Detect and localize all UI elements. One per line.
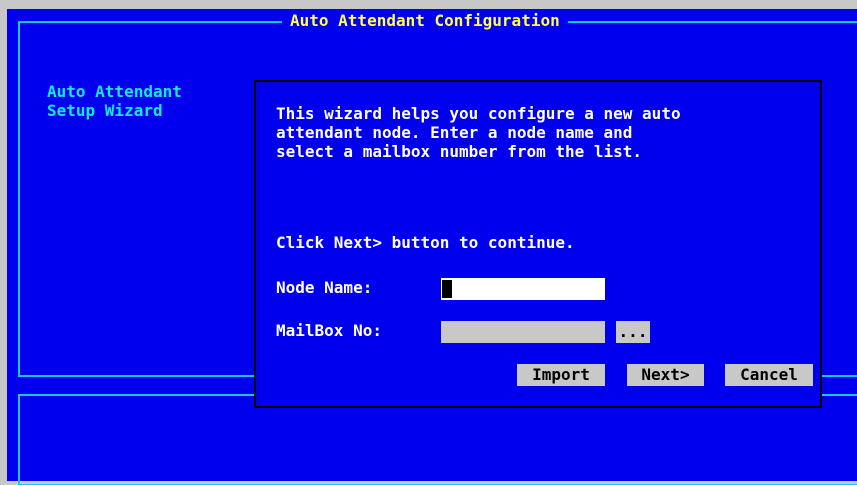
left-window-edge bbox=[0, 0, 7, 485]
description-line-3: select a mailbox number from the list. bbox=[276, 142, 643, 161]
mailbox-browse-button[interactable]: ... bbox=[616, 321, 650, 343]
terminal-screen: Auto Attendant Configuration Auto Attend… bbox=[0, 0, 857, 485]
wizard-dialog: This wizard helps you configure a new au… bbox=[254, 80, 822, 408]
continue-instruction: Click Next> button to continue. bbox=[276, 233, 575, 252]
description-line-1: This wizard helps you configure a new au… bbox=[276, 104, 681, 123]
text-cursor bbox=[442, 280, 452, 298]
cancel-button[interactable]: Cancel bbox=[725, 364, 813, 386]
node-name-label: Node Name: bbox=[276, 278, 373, 297]
description-line-2: attendant node. Enter a node name and bbox=[276, 123, 633, 142]
wizard-name-line-1: Auto Attendant bbox=[47, 82, 182, 101]
next-button[interactable]: Next> bbox=[627, 364, 704, 386]
mailbox-number-input[interactable] bbox=[441, 321, 605, 343]
import-button[interactable]: Import bbox=[517, 364, 605, 386]
node-name-input[interactable] bbox=[441, 278, 605, 300]
window-title: Auto Attendant Configuration bbox=[282, 11, 568, 31]
wizard-name-line-2: Setup Wizard bbox=[47, 101, 163, 120]
mailbox-number-label: MailBox No: bbox=[276, 321, 382, 340]
top-window-edge bbox=[0, 0, 857, 9]
